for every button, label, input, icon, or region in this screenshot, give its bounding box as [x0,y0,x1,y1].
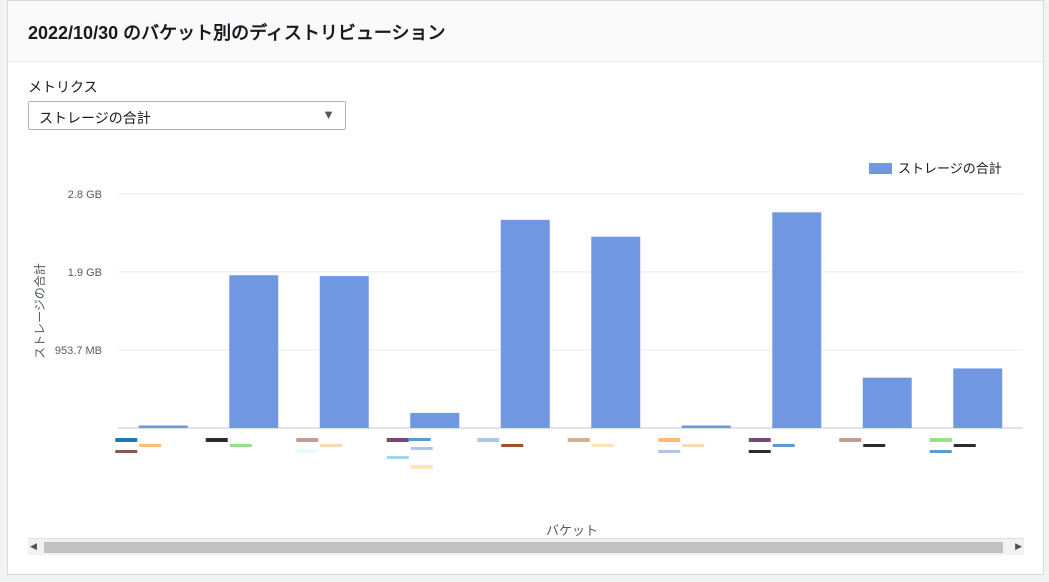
label-swatch [863,444,886,447]
label-swatch [658,438,681,442]
legend[interactable]: ストレージの合計 [869,161,1002,176]
bars [138,212,1003,428]
x-tick-labels [115,438,976,469]
label-swatch [139,444,162,447]
label-swatch [408,438,431,441]
label-swatch [772,444,795,447]
distribution-panel: 2022/10/30 のバケット別のディストリビューション メトリクス ストレー… [7,0,1044,575]
label-swatch [477,438,500,442]
x-tick-label [386,438,433,469]
label-swatch [229,444,252,447]
bar[interactable] [229,275,279,428]
label-swatch [115,438,138,442]
horizontal-scrollbar[interactable]: ◀ ▶ [28,538,1024,555]
y-tick-labels: 953.7 MB 1.9 GB 2.8 GB [55,189,102,357]
bar[interactable] [319,276,369,428]
legend-swatch [869,163,892,174]
label-swatch [205,438,228,442]
x-tick-label [205,438,252,447]
y-tick-label: 1.9 GB [68,267,102,279]
x-tick-label [658,438,705,453]
y-tick-label: 953.7 MB [55,345,102,357]
label-swatch [386,456,409,459]
scrollbar-thumb[interactable] [44,542,1003,553]
bar[interactable] [591,236,641,428]
x-tick-label [477,438,524,447]
bar[interactable] [862,377,912,428]
x-tick-label [748,438,795,453]
bar[interactable] [500,219,550,428]
label-swatch [929,450,952,453]
label-swatch [658,450,681,453]
label-swatch [839,438,862,442]
label-swatch [501,444,524,447]
label-swatch [296,450,319,453]
x-tick-label [929,438,976,453]
label-swatch [748,450,771,453]
scroll-left-arrow-icon[interactable]: ◀ [30,541,37,552]
label-swatch [410,465,433,469]
x-tick-label [567,438,614,447]
label-swatch [929,438,952,442]
label-swatch [748,438,771,442]
label-swatch [115,450,138,453]
scroll-right-arrow-icon[interactable]: ▶ [1015,541,1022,552]
bar[interactable] [772,212,822,428]
label-swatch [591,444,614,447]
x-axis-label: バケット [546,523,598,538]
bar[interactable] [681,425,731,428]
bar[interactable] [138,425,188,428]
label-swatch [410,447,433,450]
legend-label: ストレージの合計 [898,161,1002,176]
y-axis-label: ストレージの合計 [32,263,47,359]
bar-chart: 953.7 MB 1.9 GB 2.8 GB ストレージの合計 バケット ストレージ… [32,161,1023,538]
y-tick-label: 2.8 GB [68,189,102,201]
x-tick-label [839,438,886,447]
label-swatch [953,444,976,447]
bar[interactable] [953,368,1003,428]
label-swatch [296,438,319,442]
label-swatch [320,444,343,447]
x-tick-label [296,438,343,453]
bar[interactable] [410,412,460,428]
label-swatch [682,444,705,447]
x-tick-label [115,438,162,453]
label-swatch [567,438,590,442]
label-swatch [386,438,409,442]
